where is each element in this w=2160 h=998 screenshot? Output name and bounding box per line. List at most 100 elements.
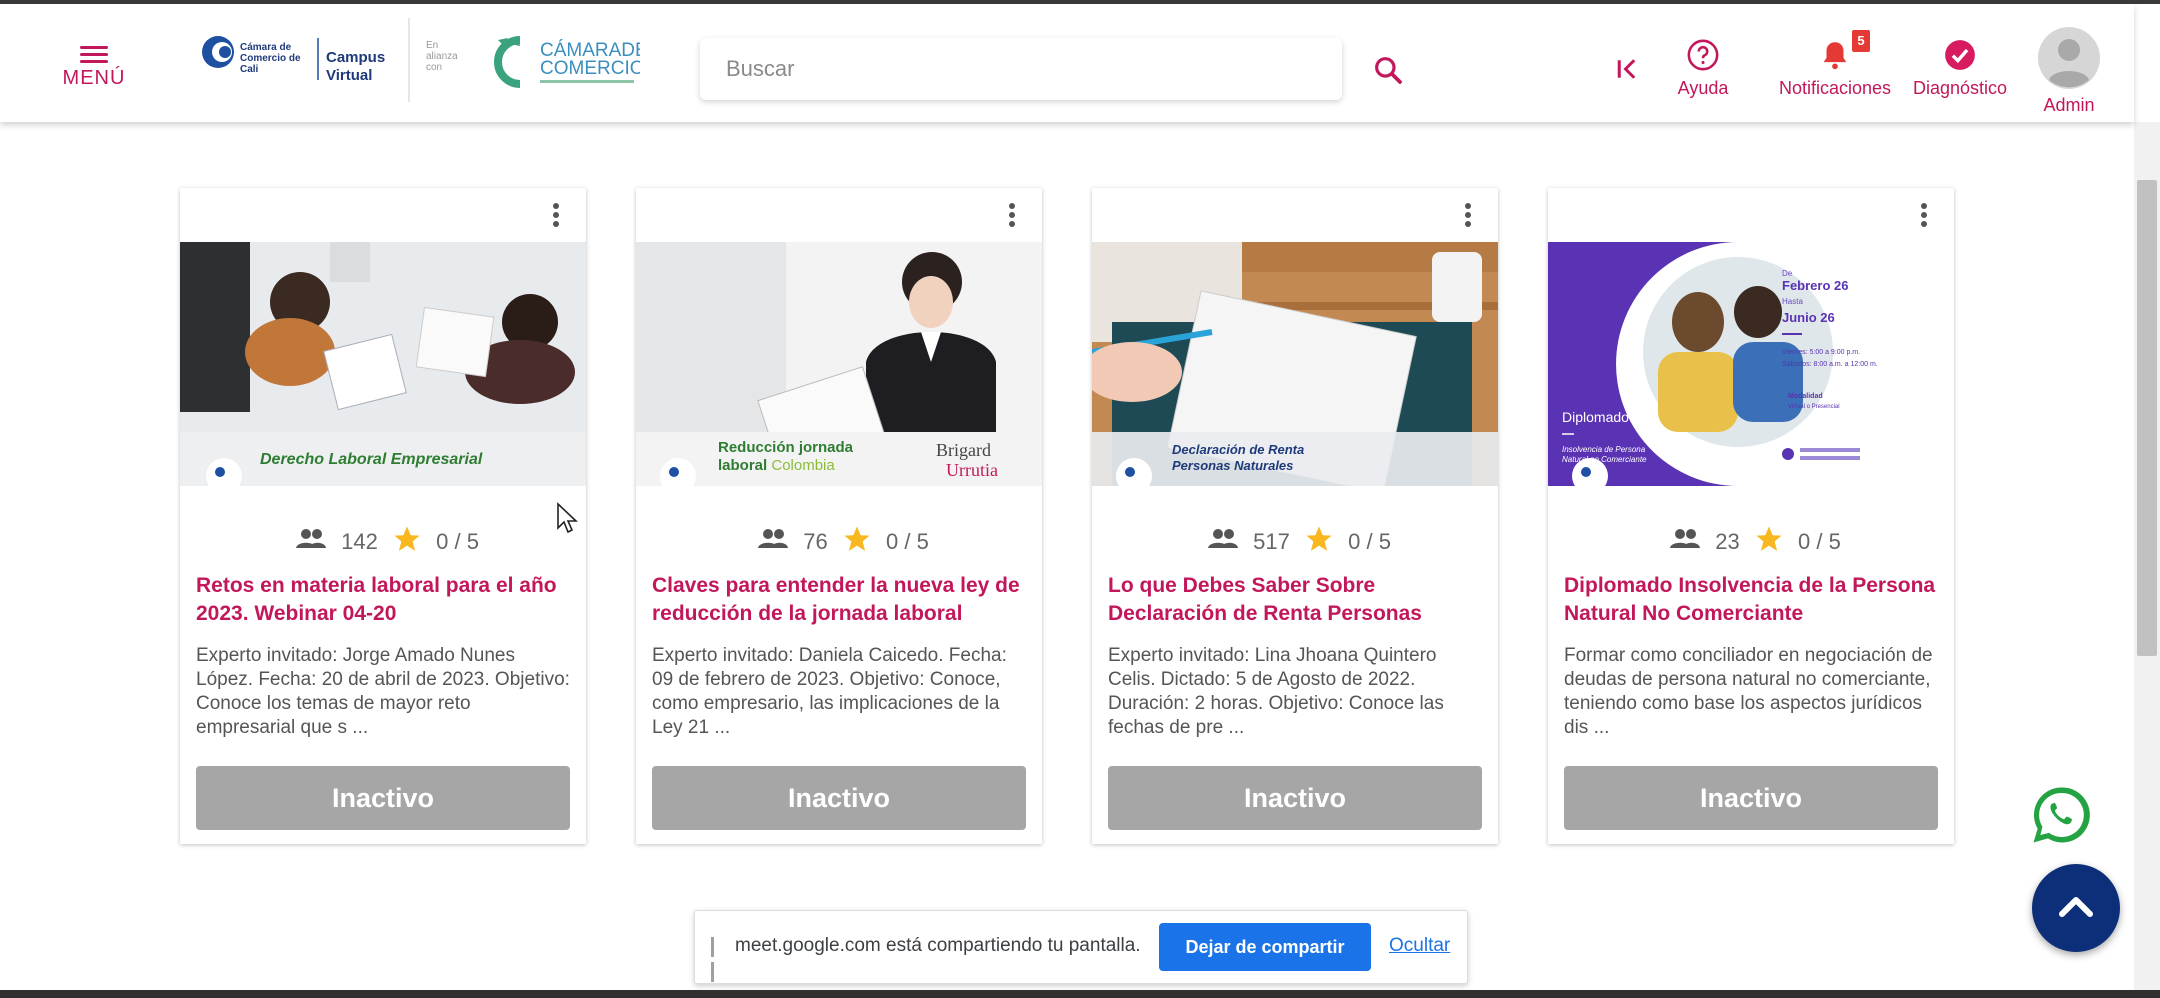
- check-circle-icon: [1945, 40, 1975, 70]
- course-description: Experto invitado: Lina Jhoana Quintero C…: [1108, 645, 1444, 738]
- svg-text:Brigard: Brigard: [936, 440, 991, 460]
- screen-share-bar: meet.google.com está compartiendo tu pan…: [694, 910, 1468, 984]
- course-card: De Febrero 26 Hasta Junio 26 Viernes: 5:…: [1548, 188, 1954, 844]
- svg-text:Febrero 26: Febrero 26: [1782, 278, 1848, 293]
- course-title[interactable]: Claves para entender la nueva ley de red…: [652, 572, 1032, 630]
- admin-label: Admin: [2043, 95, 2095, 115]
- inactive-button[interactable]: Inactivo: [196, 766, 570, 830]
- admin-profile[interactable]: Admin: [2030, 26, 2108, 116]
- course-thumbnail[interactable]: Derecho Laboral Empresarial: [180, 242, 586, 486]
- course-image-icon: De Febrero 26 Hasta Junio 26 Viernes: 5:…: [1548, 242, 1954, 486]
- notifications-button[interactable]: 5 Notificaciones: [1774, 30, 1896, 99]
- card-stats: 142 0 / 5: [180, 524, 586, 560]
- card-stats: 76 0 / 5: [636, 524, 1042, 560]
- participants-count: 23: [1715, 529, 1740, 554]
- rating-value: 0 / 5: [436, 529, 479, 554]
- logo-divider: [408, 18, 410, 102]
- diagnostic-button[interactable]: Diagnóstico: [1910, 38, 2010, 99]
- rating-value: 0 / 5: [1798, 529, 1841, 554]
- scrollbar-thumb[interactable]: [2137, 180, 2157, 656]
- help-icon: [1687, 39, 1719, 71]
- course-thumbnail[interactable]: Reducción jornada laboral Colombia Briga…: [636, 242, 1042, 486]
- svg-text:Modalidad: Modalidad: [1788, 393, 1823, 400]
- share-message: meet.google.com está compartiendo tu pan…: [735, 935, 1141, 956]
- menu-label: MENÚ: [62, 67, 126, 89]
- bell-icon: [1823, 42, 1847, 70]
- course-card: Reducción jornada laboral Colombia Briga…: [636, 188, 1042, 844]
- stop-sharing-button[interactable]: Dejar de compartir: [1159, 923, 1371, 971]
- notifications-badge: 5: [1852, 30, 1870, 52]
- course-description: Experto invitado: Jorge Amado Nunes Lópe…: [196, 645, 570, 738]
- alianza-text: En alianza con: [426, 40, 458, 73]
- search-icon[interactable]: [1372, 54, 1404, 86]
- hide-link[interactable]: Ocultar: [1389, 935, 1450, 957]
- star-icon: [1754, 524, 1784, 560]
- svg-text:Declaración de Renta: Declaración de Renta: [1172, 442, 1304, 457]
- more-options-icon[interactable]: [1456, 200, 1480, 230]
- collapse-sidebar-icon[interactable]: [1612, 54, 1644, 84]
- card-stats: 23 0 / 5: [1548, 524, 1954, 560]
- inactive-button[interactable]: Inactivo: [1564, 766, 1938, 830]
- svg-text:laboral Colombia: laboral Colombia: [718, 457, 835, 474]
- course-description: Experto invitado: Daniela Caicedo. Fecha…: [652, 645, 1007, 738]
- course-card: Derecho Laboral Empresarial 142 0 / 5 Re…: [180, 188, 586, 844]
- camara-cali-logo-icon: Cámara de Comercio de Cali Campus Virtua…: [202, 36, 385, 84]
- course-image-icon: Derecho Laboral Empresarial: [180, 242, 586, 486]
- svg-text:Natural no Comerciante: Natural no Comerciante: [1562, 455, 1647, 464]
- search-input[interactable]: [700, 38, 1326, 100]
- course-description: Formar como conciliador en negociación d…: [1564, 645, 1933, 738]
- mouse-cursor-icon: [557, 502, 578, 534]
- course-image-icon: Declaración de Renta Personas Naturales: [1092, 242, 1498, 486]
- whatsapp-icon[interactable]: [2028, 782, 2094, 848]
- more-options-icon[interactable]: [1000, 200, 1024, 230]
- more-options-icon[interactable]: [544, 200, 568, 230]
- card-stats: 517 0 / 5: [1092, 524, 1498, 560]
- course-thumbnail[interactable]: Declaración de Renta Personas Naturales: [1092, 242, 1498, 486]
- svg-text:Insolvencia de Persona: Insolvencia de Persona: [1562, 445, 1646, 454]
- course-thumbnail[interactable]: De Febrero 26 Hasta Junio 26 Viernes: 5:…: [1548, 242, 1954, 486]
- rating-value: 0 / 5: [886, 529, 929, 554]
- avatar-icon: [2038, 27, 2100, 89]
- star-icon: [392, 524, 422, 560]
- campus-virtual-logo[interactable]: Cámara de Comercio de Cali Campus Virtua…: [200, 30, 396, 90]
- svg-text:Urrutia: Urrutia: [946, 460, 998, 480]
- star-icon: [1304, 524, 1334, 560]
- svg-text:Junio 26: Junio 26: [1782, 310, 1835, 325]
- scroll-to-top-button[interactable]: [2032, 864, 2120, 952]
- svg-text:Diplomado: Diplomado: [1562, 409, 1629, 425]
- participants-count: 142: [341, 529, 378, 554]
- people-icon: [1207, 528, 1239, 556]
- svg-text:Campus: Campus: [326, 49, 385, 66]
- people-icon: [1669, 528, 1701, 556]
- svg-text:Viernes: 5:00 a 9:00 p.m.: Viernes: 5:00 a 9:00 p.m.: [1782, 349, 1860, 356]
- hamburger-icon: [62, 46, 126, 63]
- inactive-button[interactable]: Inactivo: [652, 766, 1026, 830]
- help-button[interactable]: Ayuda: [1668, 38, 1738, 99]
- svg-text:COMERCIO: COMERCIO: [540, 58, 640, 79]
- svg-text:Reducción jornada: Reducción jornada: [718, 439, 854, 456]
- svg-text:Derecho Laboral Empresarial: Derecho Laboral Empresarial: [260, 451, 483, 468]
- course-title[interactable]: Retos en materia laboral para el año 202…: [196, 572, 576, 630]
- more-options-icon[interactable]: [1912, 200, 1936, 230]
- diagnostic-label: Diagnóstico: [1912, 78, 2008, 98]
- svg-text:Comercio de: Comercio de: [240, 53, 301, 64]
- rating-value: 0 / 5: [1348, 529, 1391, 554]
- svg-text:Sábados: 8:00 a.m. a 12:00 m.: Sábados: 8:00 a.m. a 12:00 m.: [1782, 361, 1878, 368]
- svg-text:Cámara de: Cámara de: [240, 42, 292, 53]
- menu-button[interactable]: MENÚ: [62, 42, 126, 90]
- camara-comercio-logo[interactable]: CÁMARADE COMERCIO: [490, 32, 648, 92]
- course-title[interactable]: Lo que Debes Saber Sobre Declaración de …: [1108, 572, 1488, 630]
- help-label: Ayuda: [1677, 78, 1729, 98]
- chevron-up-icon: [2059, 897, 2093, 917]
- notifications-label: Notificaciones: [1778, 78, 1892, 98]
- svg-text:Virtual o Presencial: Virtual o Presencial: [1788, 404, 1840, 410]
- svg-text:Cali: Cali: [240, 64, 259, 75]
- course-title[interactable]: Diplomado Insolvencia de la Persona Natu…: [1564, 572, 1944, 630]
- inactive-button[interactable]: Inactivo: [1108, 766, 1482, 830]
- star-icon: [842, 524, 872, 560]
- participants-count: 517: [1253, 529, 1290, 554]
- svg-text:Personas Naturales: Personas Naturales: [1172, 458, 1293, 473]
- window-bottom-border: [0, 990, 2160, 998]
- drag-handle-icon[interactable]: [711, 937, 721, 982]
- top-header: MENÚ Cámara de Comercio de Cali Campus V…: [0, 4, 2134, 122]
